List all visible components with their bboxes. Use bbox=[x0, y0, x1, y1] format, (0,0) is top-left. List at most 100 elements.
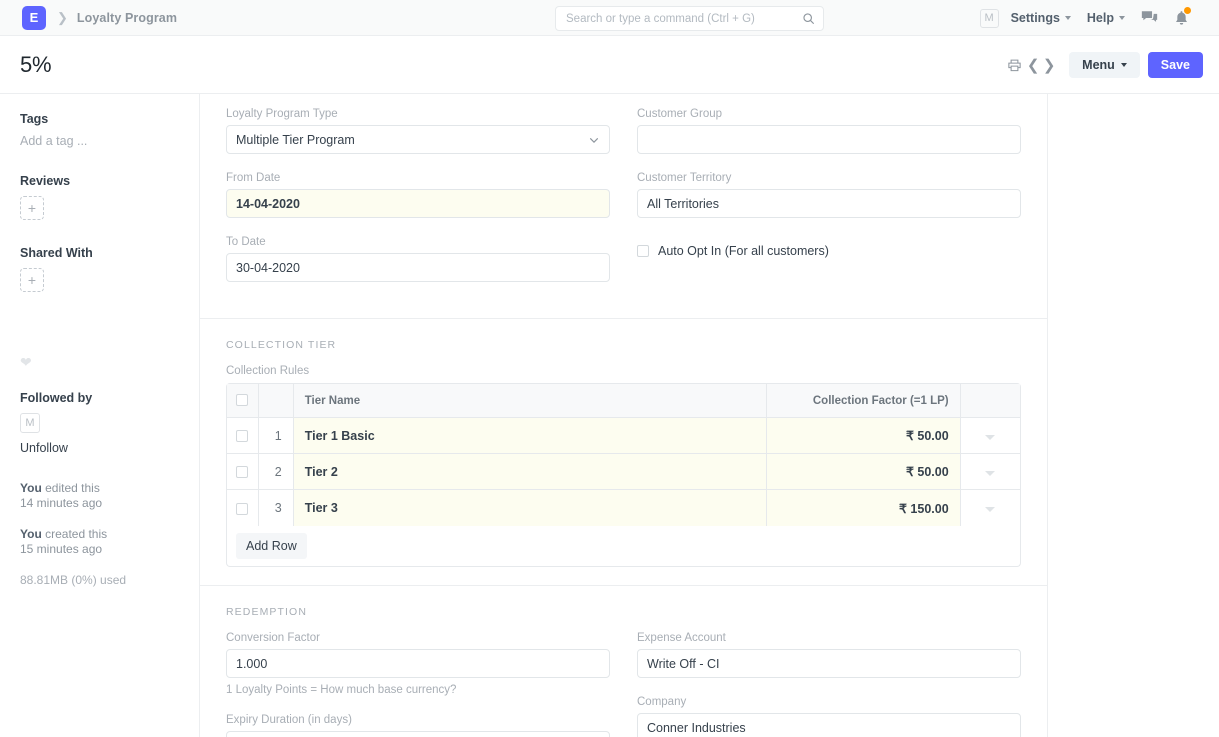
comments-icon[interactable] bbox=[1141, 10, 1158, 26]
field-label: Customer Territory bbox=[637, 172, 1021, 184]
page-title: 5% bbox=[20, 52, 51, 78]
chevron-down-icon bbox=[985, 507, 995, 512]
save-button[interactable]: Save bbox=[1148, 52, 1203, 79]
activity-actor: You bbox=[20, 481, 42, 495]
select-all-checkbox[interactable] bbox=[236, 394, 248, 406]
heart-icon[interactable]: ❤ bbox=[20, 354, 179, 371]
next-document-button[interactable]: ❯ bbox=[1041, 56, 1057, 74]
cell-collection-factor[interactable]: ₹ 150.00 bbox=[767, 490, 961, 526]
search-icon[interactable] bbox=[802, 12, 815, 25]
settings-label: Settings bbox=[1011, 11, 1060, 25]
section-redemption: Redemption Conversion Factor 1.000 1 Loy… bbox=[200, 585, 1047, 737]
navbar: E ❯ Loyalty Program M Settings Help bbox=[0, 0, 1219, 36]
section-collection-tier: Collection Tier Collection Rules Tier Na… bbox=[200, 318, 1047, 585]
column-right: Expense Account Write Off - CI Company C… bbox=[637, 632, 1021, 737]
activity-time: 15 minutes ago bbox=[20, 542, 179, 557]
expand-row-button[interactable] bbox=[961, 454, 1020, 490]
field-customer-group: Customer Group bbox=[637, 108, 1021, 154]
field-label: Loyalty Program Type bbox=[226, 108, 610, 120]
settings-menu[interactable]: Settings bbox=[1011, 11, 1071, 25]
followed-by-heading: Followed by bbox=[20, 391, 179, 405]
cell-collection-factor[interactable]: ₹ 50.00 bbox=[767, 454, 961, 490]
company-input[interactable]: Conner Industries bbox=[637, 713, 1021, 737]
expand-row-button[interactable] bbox=[961, 418, 1020, 454]
field-value: 14-04-2020 bbox=[236, 197, 600, 211]
page-actions: ❮ ❯ Menu Save bbox=[1003, 36, 1203, 94]
loyalty-program-type-select[interactable]: Multiple Tier Program bbox=[226, 125, 610, 154]
table-row[interactable]: 1 Tier 1 Basic ₹ 50.00 bbox=[227, 418, 1020, 454]
chevron-down-icon bbox=[1121, 63, 1127, 67]
field-label: To Date bbox=[226, 236, 610, 248]
activity-created: You created this 15 minutes ago bbox=[20, 527, 179, 557]
customer-territory-input[interactable]: All Territories bbox=[637, 189, 1021, 218]
field-label: Expense Account bbox=[637, 632, 1021, 644]
field-auto-opt-in[interactable]: Auto Opt In (For all customers) bbox=[637, 244, 1021, 258]
collection-factor-header[interactable]: Collection Factor (=1 LP) bbox=[767, 384, 961, 418]
app-page: E ❯ Loyalty Program M Settings Help bbox=[0, 0, 1219, 737]
follower-avatar: M bbox=[20, 413, 40, 433]
notification-bell-icon[interactable] bbox=[1174, 10, 1189, 27]
to-date-input[interactable]: 30-04-2020 bbox=[226, 253, 610, 282]
conversion-factor-input[interactable]: 1.000 bbox=[226, 649, 610, 678]
table-row[interactable]: 3 Tier 3 ₹ 150.00 bbox=[227, 490, 1020, 526]
customer-group-input[interactable] bbox=[637, 125, 1021, 154]
storage-usage: 88.81MB (0%) used bbox=[20, 573, 179, 587]
field-label: Conversion Factor bbox=[226, 632, 610, 644]
table-row[interactable]: 2 Tier 2 ₹ 50.00 bbox=[227, 454, 1020, 490]
breadcrumb-loyalty-program[interactable]: Loyalty Program bbox=[77, 11, 177, 25]
table-header-row: Tier Name Collection Factor (=1 LP) bbox=[227, 384, 1020, 418]
activity-action: created this bbox=[42, 527, 107, 541]
field-from-date: From Date 14-04-2020 bbox=[226, 172, 610, 218]
cell-tier-name[interactable]: Tier 1 Basic bbox=[294, 418, 767, 454]
search-input[interactable] bbox=[564, 12, 802, 26]
cell-tier-name[interactable]: Tier 2 bbox=[294, 454, 767, 490]
add-row-button[interactable]: Add Row bbox=[236, 533, 307, 559]
page-header: 5% ❮ ❯ Menu Save bbox=[0, 36, 1219, 94]
navbar-right: M Settings Help bbox=[980, 0, 1205, 36]
expand-row-button[interactable] bbox=[961, 490, 1020, 526]
section-title: Collection Tier bbox=[226, 339, 1021, 351]
activity-edited: You edited this 14 minutes ago bbox=[20, 481, 179, 511]
app-logo[interactable]: E bbox=[22, 6, 46, 30]
tags-section: Tags Add a tag ... bbox=[20, 112, 179, 148]
navbar-avatar[interactable]: M bbox=[980, 9, 999, 28]
row-checkbox[interactable] bbox=[236, 503, 248, 515]
cell-tier-name[interactable]: Tier 3 bbox=[294, 490, 767, 526]
row-checkbox[interactable] bbox=[236, 466, 248, 478]
row-index: 3 bbox=[259, 490, 294, 526]
grid-footer: Add Row bbox=[226, 526, 1021, 567]
tags-heading: Tags bbox=[20, 112, 179, 126]
cell-collection-factor[interactable]: ₹ 50.00 bbox=[767, 418, 961, 454]
section-basic: Loyalty Program Type Multiple Tier Progr… bbox=[200, 94, 1047, 318]
add-share-button[interactable]: + bbox=[20, 268, 44, 292]
from-date-input[interactable]: 14-04-2020 bbox=[226, 189, 610, 218]
reviews-section: Reviews + bbox=[20, 174, 179, 220]
auto-opt-in-checkbox[interactable] bbox=[637, 245, 649, 257]
add-tag-input[interactable]: Add a tag ... bbox=[20, 134, 179, 148]
chevron-down-icon bbox=[985, 435, 995, 440]
row-select-cell[interactable] bbox=[227, 454, 259, 490]
help-menu[interactable]: Help bbox=[1087, 11, 1125, 25]
field-label: Customer Group bbox=[637, 108, 1021, 120]
expense-account-input[interactable]: Write Off - CI bbox=[637, 649, 1021, 678]
activity-action: edited this bbox=[42, 481, 100, 495]
row-select-cell[interactable] bbox=[227, 490, 259, 526]
field-expiry-duration: Expiry Duration (in days) bbox=[226, 714, 610, 737]
field-to-date: To Date 30-04-2020 bbox=[226, 236, 610, 282]
reviews-heading: Reviews bbox=[20, 174, 179, 188]
expiry-duration-input[interactable] bbox=[226, 731, 610, 737]
collection-rules-label: Collection Rules bbox=[226, 365, 1021, 377]
add-review-button[interactable]: + bbox=[20, 196, 44, 220]
tier-name-header[interactable]: Tier Name bbox=[294, 384, 767, 418]
collection-rules-grid: Tier Name Collection Factor (=1 LP) 1 bbox=[226, 383, 1021, 567]
row-checkbox[interactable] bbox=[236, 430, 248, 442]
menu-button[interactable]: Menu bbox=[1069, 52, 1140, 79]
row-index: 2 bbox=[259, 454, 294, 490]
prev-document-button[interactable]: ❮ bbox=[1025, 56, 1041, 74]
printer-icon[interactable] bbox=[1003, 54, 1025, 76]
row-select-cell[interactable] bbox=[227, 418, 259, 454]
unfollow-button[interactable]: Unfollow bbox=[20, 441, 179, 455]
select-all-header[interactable] bbox=[227, 384, 259, 418]
search-bar[interactable] bbox=[555, 6, 824, 31]
activity-actor: You bbox=[20, 527, 42, 541]
